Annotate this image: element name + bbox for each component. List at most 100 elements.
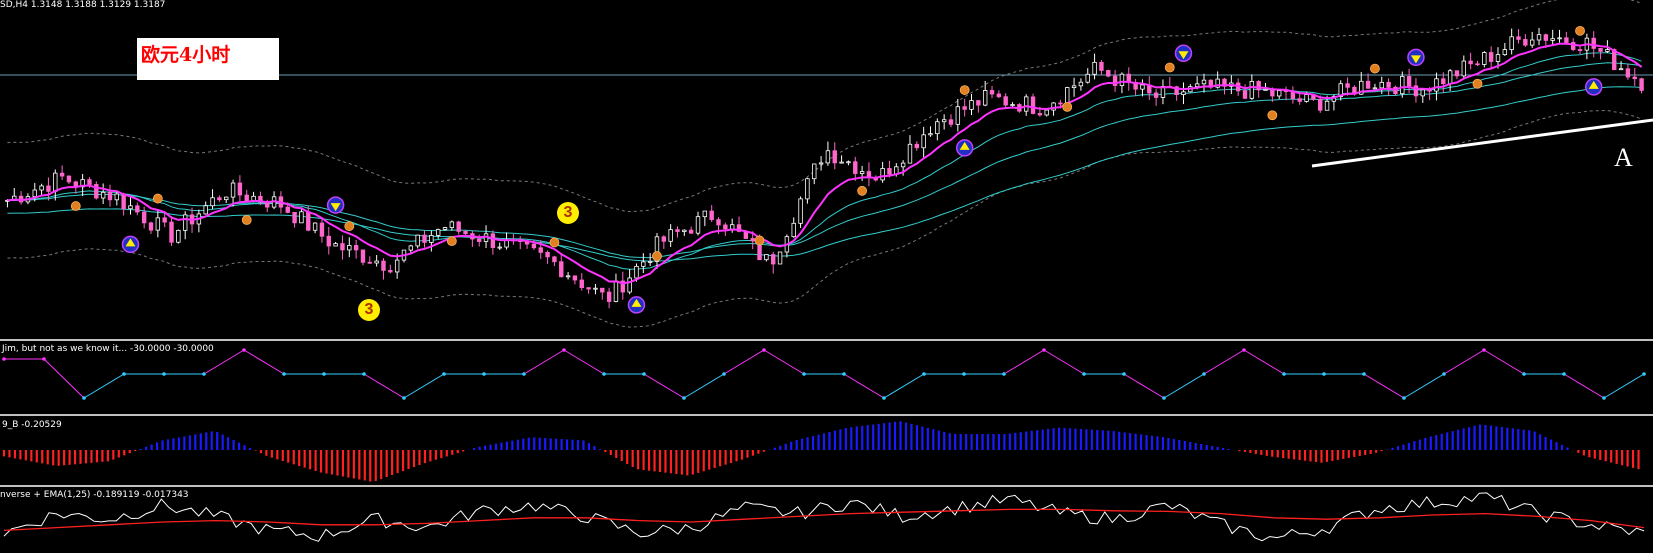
candle-body bbox=[1263, 88, 1268, 91]
panel-separator bbox=[0, 414, 1653, 416]
jim-point bbox=[442, 372, 446, 376]
candle-body bbox=[182, 214, 188, 231]
candle-body bbox=[579, 279, 584, 289]
candle-body bbox=[559, 261, 564, 278]
candle-body bbox=[812, 163, 817, 180]
candle-body bbox=[1557, 37, 1562, 40]
jim-point bbox=[522, 372, 526, 376]
candle-body bbox=[435, 229, 441, 236]
candle-body bbox=[381, 260, 386, 271]
candle-body bbox=[374, 260, 379, 264]
candle-body bbox=[477, 238, 482, 242]
jim-point bbox=[802, 372, 806, 376]
candle-body bbox=[832, 150, 837, 164]
candle-body bbox=[1249, 81, 1255, 99]
candle-body bbox=[1256, 81, 1261, 91]
signal-dot bbox=[446, 236, 457, 247]
candle-body bbox=[1153, 92, 1159, 98]
candle-body bbox=[941, 119, 947, 123]
symbol-header: SD,H4 1.3148 1.3188 1.3129 1.3187 bbox=[0, 0, 166, 10]
candle-body bbox=[442, 227, 448, 230]
candle-body bbox=[312, 222, 318, 231]
candle-body bbox=[1140, 84, 1145, 90]
candle-body bbox=[531, 243, 537, 249]
candle-body bbox=[176, 229, 181, 243]
chart-canvas bbox=[0, 0, 1653, 553]
signal-dot bbox=[1472, 78, 1483, 89]
candle-body bbox=[408, 245, 414, 251]
candle-body bbox=[880, 168, 885, 181]
signal-dot bbox=[241, 215, 252, 225]
jim-point bbox=[322, 372, 326, 376]
signal-dot bbox=[1575, 25, 1585, 36]
candle-body bbox=[989, 90, 995, 95]
candle-body bbox=[1434, 78, 1439, 92]
jim-point bbox=[882, 396, 886, 400]
candle-body bbox=[627, 277, 632, 293]
candle-body bbox=[87, 179, 92, 185]
candle-body bbox=[388, 270, 393, 273]
candle-body bbox=[1010, 104, 1015, 106]
candle-body bbox=[1099, 61, 1104, 71]
candle-body bbox=[798, 198, 803, 224]
jim-point bbox=[1402, 396, 1406, 400]
candle-body bbox=[1058, 102, 1063, 105]
candle-body bbox=[791, 222, 796, 238]
candle-body bbox=[846, 161, 851, 164]
jim-point bbox=[762, 348, 766, 352]
candle-body bbox=[121, 193, 126, 210]
candle-body bbox=[1242, 90, 1248, 99]
candle-body bbox=[1543, 34, 1549, 41]
candle-body bbox=[771, 254, 776, 265]
wave-badge: 3 bbox=[557, 202, 579, 224]
jim-point bbox=[82, 396, 86, 400]
candle-body bbox=[394, 259, 400, 273]
jim-point bbox=[642, 372, 646, 376]
jim-point bbox=[722, 372, 726, 376]
candle-body bbox=[565, 275, 571, 278]
jim-indicator-title: Jim, but not as we know it... -30.0000 -… bbox=[2, 344, 214, 354]
candle-body bbox=[1181, 91, 1186, 96]
jim-point bbox=[922, 372, 926, 376]
candle-body bbox=[456, 221, 461, 232]
candle-body bbox=[702, 210, 708, 218]
candle-body bbox=[1516, 36, 1521, 40]
candle-body bbox=[224, 196, 229, 201]
candle-body bbox=[805, 178, 810, 200]
signal-dot bbox=[1267, 110, 1278, 121]
jim-point bbox=[562, 348, 566, 352]
candle-body bbox=[647, 261, 653, 263]
jim-point bbox=[1642, 372, 1646, 376]
candle-body bbox=[449, 221, 455, 228]
candle-body bbox=[497, 246, 502, 249]
signal-dot bbox=[344, 221, 355, 232]
candle-body bbox=[1550, 38, 1555, 41]
candle-body bbox=[935, 121, 940, 135]
candle-body bbox=[285, 206, 290, 213]
candle-body bbox=[1632, 76, 1637, 80]
candle-body bbox=[162, 217, 167, 223]
candle-body bbox=[360, 249, 366, 263]
jim-point bbox=[682, 396, 686, 400]
candle-body bbox=[1475, 63, 1480, 66]
candle-body bbox=[1529, 39, 1535, 46]
jim-point bbox=[42, 357, 46, 361]
jim-point bbox=[482, 372, 486, 376]
candle-body bbox=[545, 251, 550, 258]
candle-body bbox=[572, 275, 578, 281]
candle-body bbox=[463, 230, 468, 235]
candle-body bbox=[1037, 113, 1043, 116]
candle-body bbox=[1406, 76, 1412, 87]
candle-body bbox=[777, 251, 783, 265]
candle-body bbox=[907, 143, 913, 164]
signal-dot bbox=[1164, 62, 1175, 73]
annotation-text: 欧元4小时 bbox=[141, 44, 231, 66]
candle-body bbox=[1085, 73, 1090, 83]
candle-body bbox=[1639, 78, 1644, 91]
candle-body bbox=[1372, 87, 1378, 90]
candle-body bbox=[661, 236, 667, 242]
jim-point bbox=[1082, 372, 1086, 376]
candle-body bbox=[46, 185, 51, 192]
candle-body bbox=[825, 150, 831, 164]
candle-body bbox=[1304, 94, 1309, 102]
